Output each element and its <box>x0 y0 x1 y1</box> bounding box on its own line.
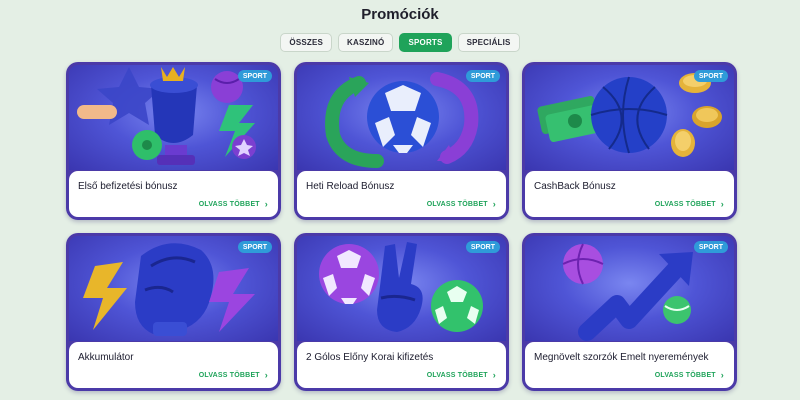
chevron-right-icon: › <box>720 199 724 209</box>
card-title: 2 Gólos Előny Korai kifizetés <box>306 352 434 363</box>
promo-image: SPORT <box>69 65 278 170</box>
read-more-link[interactable]: OLVASS TÖBBET › <box>427 199 496 209</box>
read-more-link[interactable]: OLVASS TÖBBET › <box>199 199 268 209</box>
read-more-label: OLVASS TÖBBET <box>654 200 716 208</box>
chevron-right-icon: › <box>264 199 268 209</box>
sport-badge: SPORT <box>693 241 728 253</box>
card-body: CashBack Bónusz OLVASS TÖBBET › <box>525 171 734 217</box>
chevron-right-icon: › <box>720 370 724 380</box>
card-body: Első befizetési bónusz OLVASS TÖBBET › <box>69 171 278 217</box>
card-title: Első befizetési bónusz <box>78 181 178 192</box>
promo-card-two-goal-early-payout[interactable]: SPORT 2 Gólos Előny Korai kifizetés OLVA… <box>294 233 509 391</box>
promo-card-cashback[interactable]: SPORT CashBack Bónusz OLVASS TÖBBET › <box>522 62 737 220</box>
card-title: Megnövelt szorzók Emelt nyeremények <box>534 352 709 363</box>
sport-badge: SPORT <box>465 70 500 82</box>
read-more-label: OLVASS TÖBBET <box>426 200 488 208</box>
read-more-label: OLVASS TÖBBET <box>426 371 488 379</box>
filter-tab-casino[interactable]: KASZINÓ <box>338 33 394 52</box>
promo-card-accumulator[interactable]: SPORT Akkumulátor OLVASS TÖBBET › <box>66 233 281 391</box>
read-more-label: OLVASS TÖBBET <box>654 371 716 379</box>
card-body: 2 Gólos Előny Korai kifizetés OLVASS TÖB… <box>297 342 506 388</box>
card-body: Heti Reload Bónusz OLVASS TÖBBET › <box>297 171 506 217</box>
chevron-right-icon: › <box>492 370 496 380</box>
filter-tabs: ÖSSZES KASZINÓ SPORTS SPECIÁLIS <box>0 33 800 52</box>
read-more-link[interactable]: OLVASS TÖBBET › <box>199 370 268 380</box>
filter-tab-sports[interactable]: SPORTS <box>399 33 452 52</box>
card-title: Akkumulátor <box>78 352 134 363</box>
card-body: Akkumulátor OLVASS TÖBBET › <box>69 342 278 388</box>
read-more-label: OLVASS TÖBBET <box>198 200 260 208</box>
promo-image: SPORT <box>297 236 506 341</box>
sport-badge: SPORT <box>237 241 272 253</box>
filter-tab-special[interactable]: SPECIÁLIS <box>457 33 520 52</box>
chevron-right-icon: › <box>264 370 268 380</box>
card-body: Megnövelt szorzók Emelt nyeremények OLVA… <box>525 342 734 388</box>
read-more-link[interactable]: OLVASS TÖBBET › <box>655 370 724 380</box>
card-title: CashBack Bónusz <box>534 181 616 192</box>
read-more-label: OLVASS TÖBBET <box>198 371 260 379</box>
read-more-link[interactable]: OLVASS TÖBBET › <box>427 370 496 380</box>
promo-image: SPORT <box>525 236 734 341</box>
page-title: Promóciók <box>361 6 439 23</box>
card-title: Heti Reload Bónusz <box>306 181 395 192</box>
read-more-link[interactable]: OLVASS TÖBBET › <box>655 199 724 209</box>
promo-image: SPORT <box>297 65 506 170</box>
promo-card-weekly-reload[interactable]: SPORT Heti Reload Bónusz OLVASS TÖBBET › <box>294 62 509 220</box>
filter-tab-all[interactable]: ÖSSZES <box>280 33 333 52</box>
promo-card-first-deposit[interactable]: SPORT Első befizetési bónusz OLVASS TÖBB… <box>66 62 281 220</box>
sport-badge: SPORT <box>693 70 728 82</box>
sport-badge: SPORT <box>237 70 272 82</box>
promo-grid: SPORT Első befizetési bónusz OLVASS TÖBB… <box>66 62 737 391</box>
promo-card-boosted-odds[interactable]: SPORT Megnövelt szorzók Emelt nyereménye… <box>522 233 737 391</box>
chevron-right-icon: › <box>492 199 496 209</box>
promo-image: SPORT <box>69 236 278 341</box>
promo-image: SPORT <box>525 65 734 170</box>
sport-badge: SPORT <box>465 241 500 253</box>
